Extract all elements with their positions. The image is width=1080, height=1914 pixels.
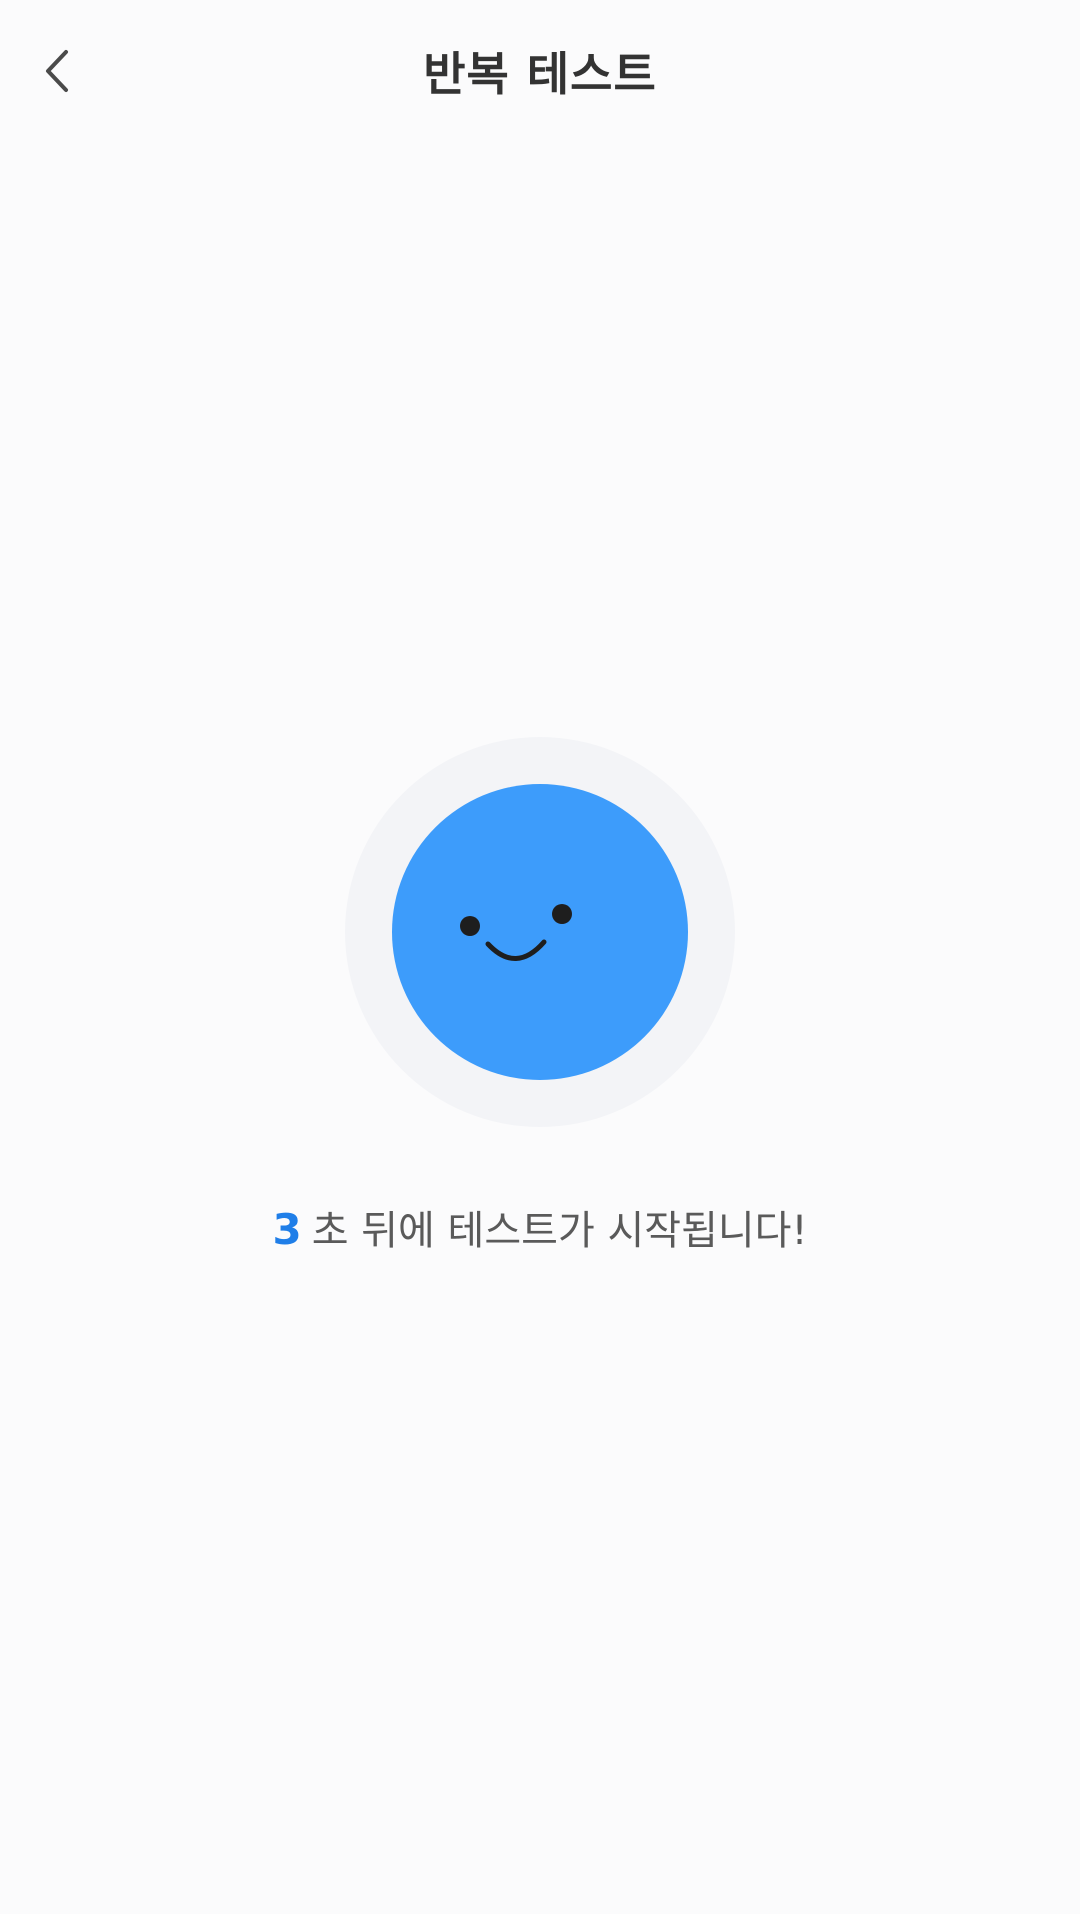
countdown-message: 3초 뒤에 테스트가 시작됩니다! xyxy=(0,1198,1080,1256)
page-title: 반복 테스트 xyxy=(423,47,657,101)
smiley-face-icon xyxy=(460,904,572,961)
countdown-text: 초 뒤에 테스트가 시작됩니다! xyxy=(311,1208,808,1254)
smiley-avatar xyxy=(392,784,688,1080)
avatar-ring xyxy=(345,737,735,1127)
countdown-number: 3 xyxy=(272,1205,302,1254)
top-bar: 반복 테스트 xyxy=(0,0,1080,140)
